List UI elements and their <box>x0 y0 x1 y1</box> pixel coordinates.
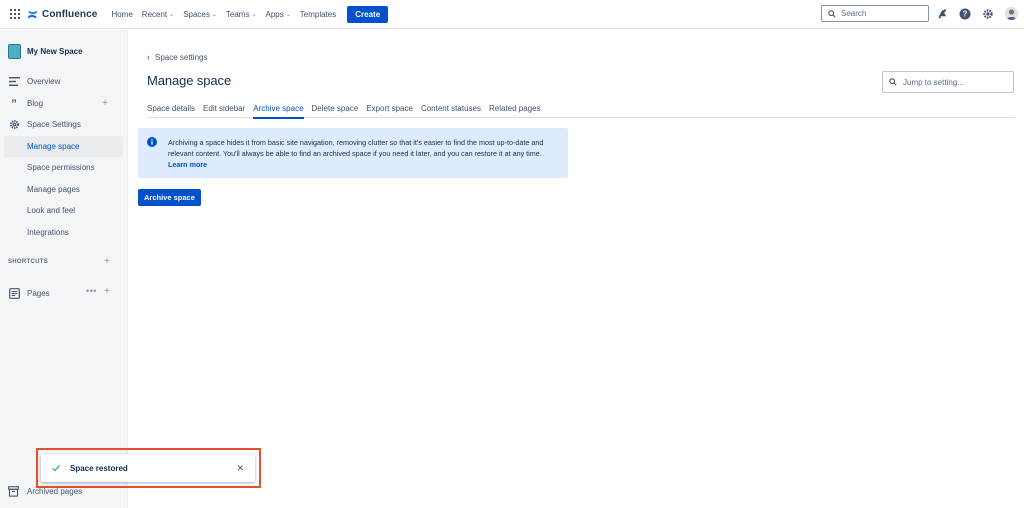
sidebar-item-label: Archived pages <box>27 487 83 496</box>
add-page-icon[interactable]: + <box>104 286 110 297</box>
svg-text:?: ? <box>963 9 968 18</box>
page-title: Manage space <box>147 73 232 88</box>
info-text: Archiving a space hides it from basic si… <box>168 137 548 170</box>
tab-content-statuses[interactable]: Content statuses <box>421 104 481 118</box>
learn-more-link[interactable]: Learn more <box>168 160 207 169</box>
info-body: Archiving a space hides it from basic si… <box>168 138 544 158</box>
confluence-logo-icon <box>27 9 38 19</box>
sidebar-item-space-settings[interactable]: Space Settings <box>0 114 122 135</box>
info-banner: Archiving a space hides it from basic si… <box>138 128 568 178</box>
sidebar-item-blog[interactable]: ” Blog + <box>0 93 122 114</box>
notifications-icon[interactable] <box>936 8 948 20</box>
tab-delete-space[interactable]: Delete space <box>312 104 359 118</box>
space-name: My New Space <box>27 47 83 56</box>
more-actions-icon[interactable]: ••• <box>86 286 97 296</box>
overview-icon <box>8 76 20 88</box>
sidebar-item-label: Blog <box>27 99 44 108</box>
app-switcher-icon[interactable] <box>10 9 20 19</box>
nav-apps-label: Apps <box>265 9 284 19</box>
search-icon <box>828 9 836 18</box>
nav-templates[interactable]: Templates <box>300 10 336 19</box>
tab-space-details[interactable]: Space details <box>147 104 195 118</box>
avatar[interactable] <box>1005 7 1018 20</box>
close-icon[interactable]: ✕ <box>236 463 244 474</box>
confluence-logo[interactable]: Confluence <box>27 9 97 20</box>
breadcrumb[interactable]: ‹ Space settings <box>147 52 207 62</box>
jump-to-setting-input[interactable]: Jump to setting... <box>882 71 1014 93</box>
sidebar-item-overview[interactable]: Overview <box>0 71 122 92</box>
quote-icon: ” <box>11 97 17 110</box>
sidebar-item-label: Manage pages <box>27 185 80 194</box>
nav-recent[interactable]: Recent ⌄ <box>142 10 174 19</box>
chevron-down-icon: ⌄ <box>211 11 217 18</box>
nav-recent-label: Recent <box>141 9 168 19</box>
tab-related-pages[interactable]: Related pages <box>489 104 541 118</box>
nav-spaces[interactable]: Spaces ⌄ <box>183 10 217 19</box>
sidebar: My New Space Overview ” Blog + Space Set… <box>0 30 128 508</box>
nav-home[interactable]: Home <box>111 10 132 19</box>
space-avatar <box>8 44 21 59</box>
pages-icon <box>8 288 20 300</box>
nav-teams[interactable]: Teams ⌄ <box>226 10 257 19</box>
add-shortcut-icon[interactable]: + <box>104 256 110 267</box>
sidebar-item-manage-space[interactable]: Manage space <box>4 136 123 157</box>
archive-space-button[interactable]: Archive space <box>138 189 201 206</box>
nav-apps[interactable]: Apps ⌄ <box>266 10 291 19</box>
shortcuts-heading: SHORTCUTS <box>8 259 49 265</box>
tab-archive-space[interactable]: Archive space <box>253 104 304 119</box>
sidebar-item-label: Manage space <box>27 142 80 151</box>
nav-templates-label: Templates <box>299 9 337 19</box>
sidebar-item-label: Integrations <box>27 228 69 237</box>
nav-home-label: Home <box>111 9 133 19</box>
sidebar-item-manage-pages[interactable]: Manage pages <box>0 179 122 200</box>
sidebar-item-space-permissions[interactable]: Space permissions <box>0 157 122 178</box>
info-icon <box>147 137 157 147</box>
chevron-down-icon: ⌄ <box>285 11 291 18</box>
sidebar-item-integrations[interactable]: Integrations <box>0 222 122 243</box>
nav-spaces-label: Spaces <box>183 9 210 19</box>
chevron-left-icon: ‹ <box>147 52 150 62</box>
toast-notification: Space restored ✕ <box>41 454 255 482</box>
sidebar-item-label: Pages <box>27 289 50 298</box>
sidebar-item-label: Look and feel <box>27 206 76 215</box>
search-icon <box>889 78 897 86</box>
sidebar-item-label: Overview <box>27 77 61 86</box>
chevron-down-icon: ⌄ <box>251 11 257 18</box>
tab-export-space[interactable]: Export space <box>366 104 413 118</box>
tab-edit-sidebar[interactable]: Edit sidebar <box>203 104 245 118</box>
search-placeholder: Search <box>841 9 867 18</box>
breadcrumb-label: Space settings <box>155 52 208 62</box>
archive-icon <box>8 486 19 497</box>
nav-teams-label: Teams <box>225 9 250 19</box>
check-icon <box>52 464 61 472</box>
sidebar-item-look-and-feel[interactable]: Look and feel <box>0 200 122 221</box>
create-button[interactable]: Create <box>347 5 389 23</box>
settings-icon[interactable] <box>982 8 994 20</box>
settings-tabs: Space details Edit sidebar Archive space… <box>147 104 1015 119</box>
help-icon[interactable]: ? <box>959 8 971 20</box>
search-input[interactable]: Search <box>821 5 929 22</box>
jump-placeholder: Jump to setting... <box>903 77 964 87</box>
toast-message: Space restored <box>70 463 128 473</box>
chevron-down-icon: ⌄ <box>169 11 175 18</box>
space-header[interactable]: My New Space <box>8 44 83 59</box>
app-name: Confluence <box>42 8 98 20</box>
sidebar-item-label: Space Settings <box>27 120 81 129</box>
sidebar-item-label: Space permissions <box>27 163 95 172</box>
add-blog-icon[interactable]: + <box>102 98 108 109</box>
gear-icon <box>8 119 20 131</box>
